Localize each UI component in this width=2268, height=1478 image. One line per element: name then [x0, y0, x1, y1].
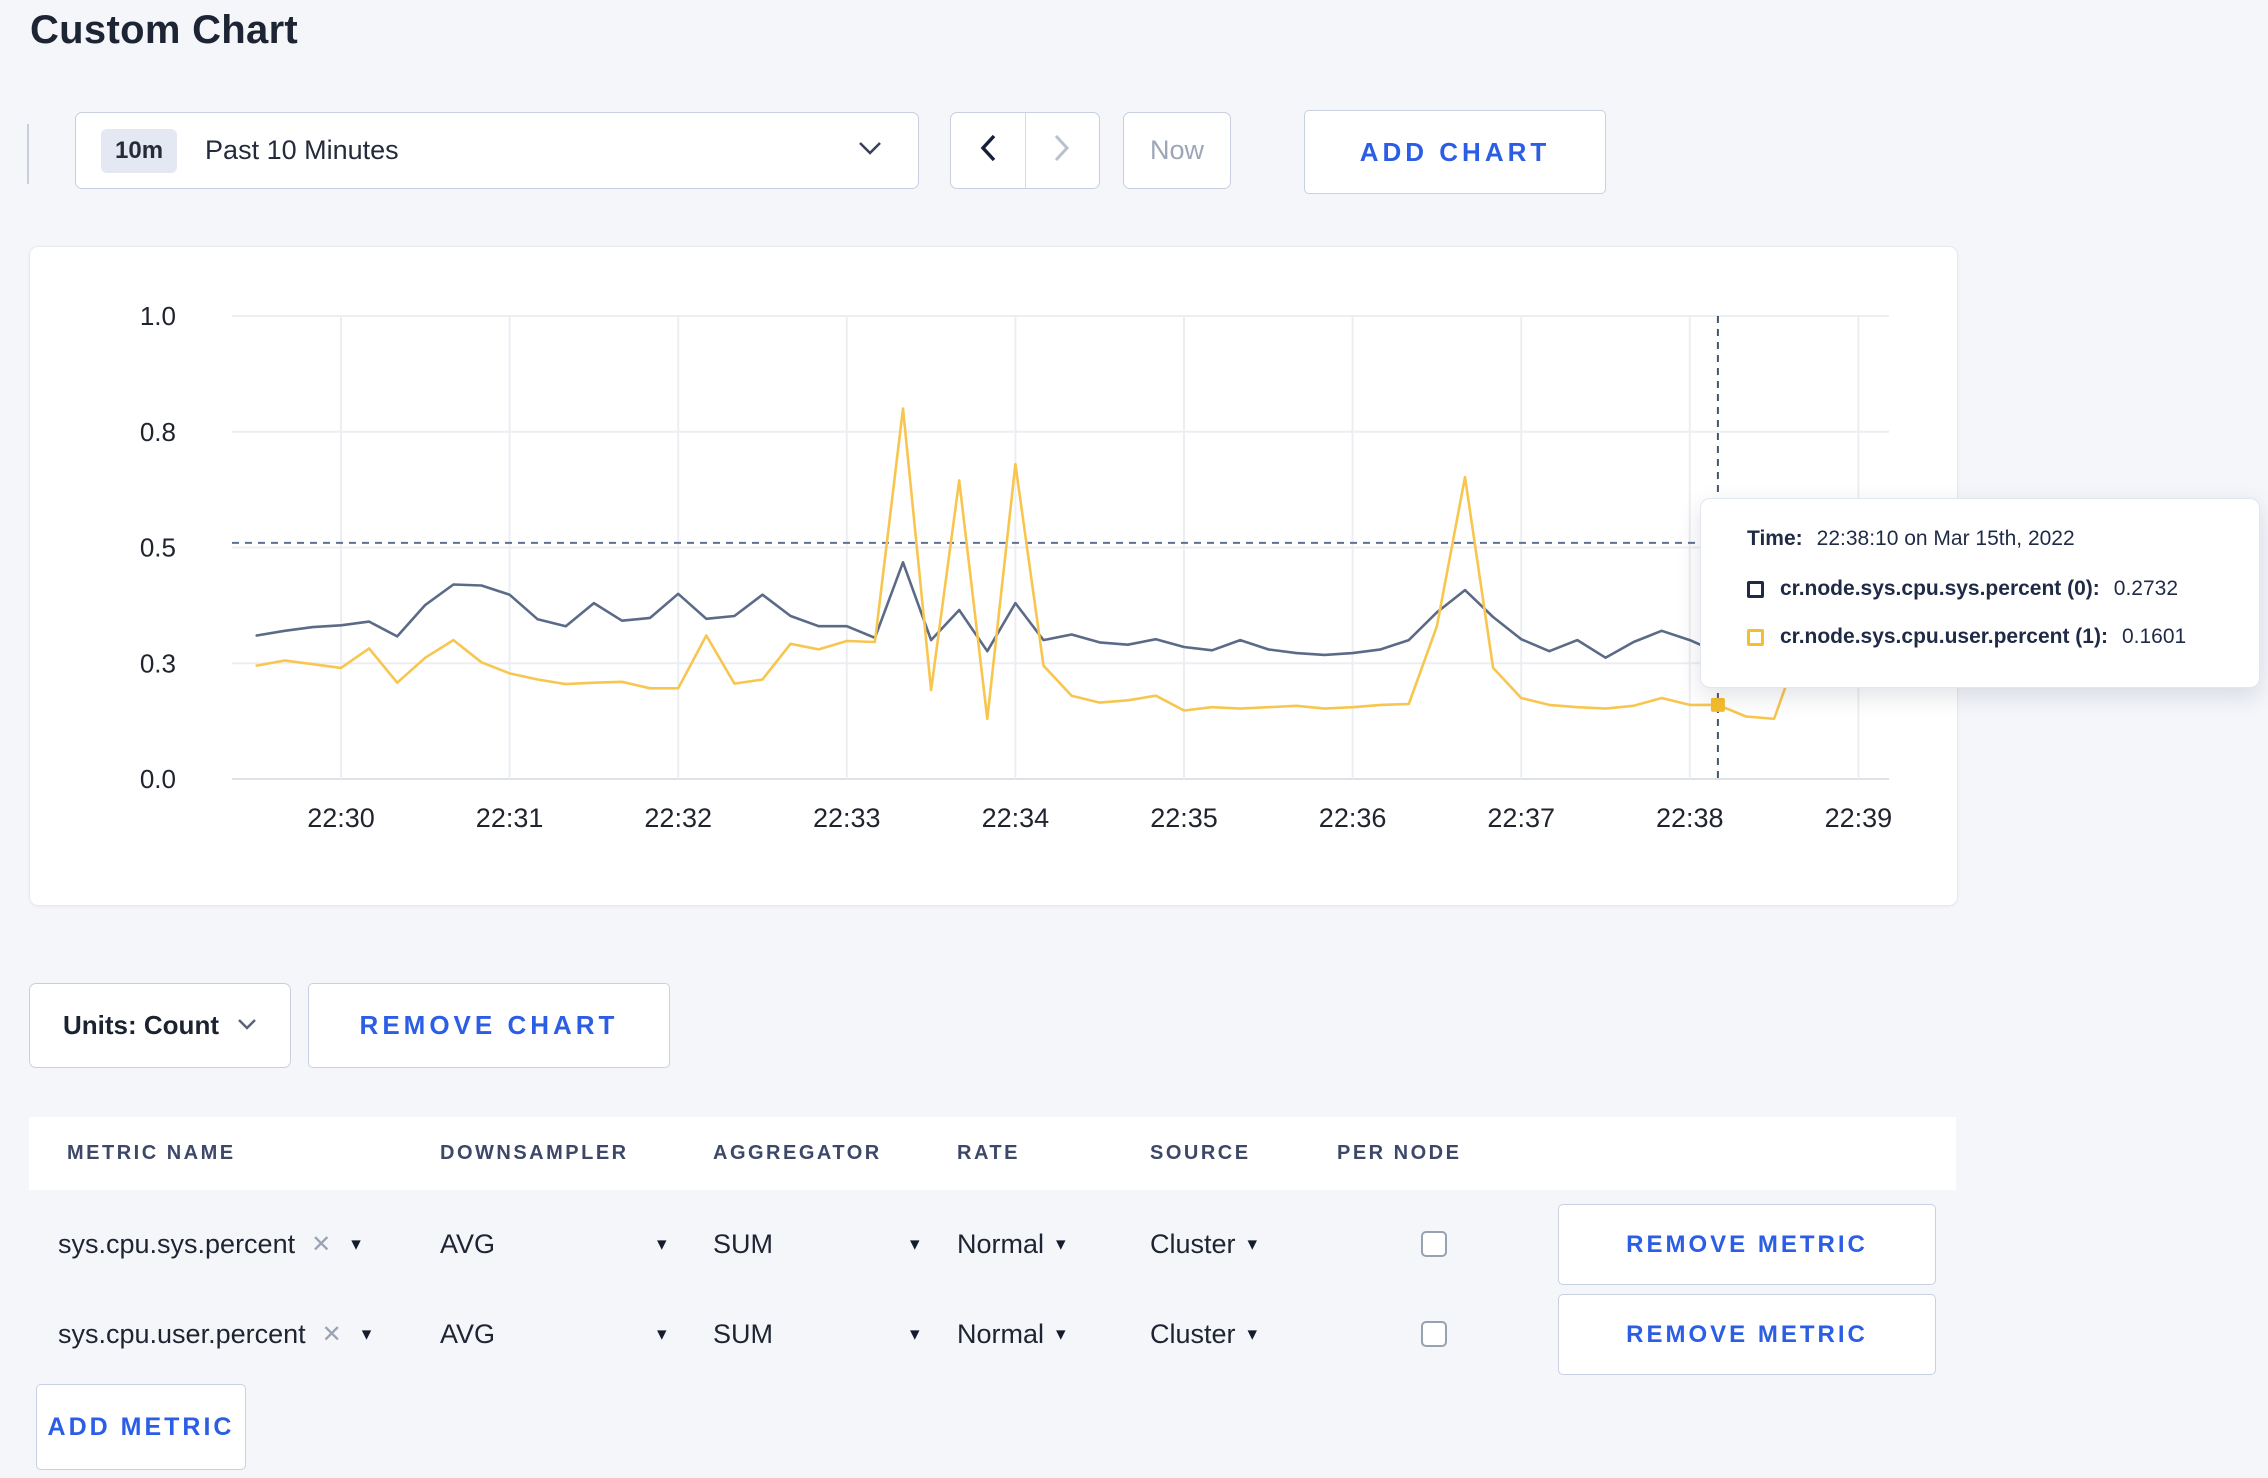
per-node-cell [1421, 1289, 1447, 1379]
metric-name-value: sys.cpu.user.percent [58, 1318, 306, 1349]
tooltip-series-label: cr.node.sys.cpu.sys.percent (0): [1780, 577, 2100, 600]
svg-text:22:39: 22:39 [1825, 803, 1893, 833]
chart-tooltip: Time: 22:38:10 on Mar 15th, 2022 cr.node… [1700, 498, 2260, 688]
remove-metric-button[interactable]: REMOVE METRIC [1558, 1204, 1936, 1285]
tooltip-series-row: cr.node.sys.cpu.sys.percent (0): 0.2732 [1747, 577, 2178, 601]
svg-text:22:32: 22:32 [644, 803, 712, 833]
aggregator-value: SUM [713, 1228, 773, 1259]
svg-text:1.0: 1.0 [140, 301, 176, 331]
next-range-button[interactable] [1024, 113, 1100, 188]
sys-series-swatch-icon [1747, 580, 1764, 598]
chart-card: 0.0 0.3 0.5 0.8 1.0 22:30 22:31 22:32 22:33 22:34… [29, 246, 1958, 906]
toolbar-left-divider [27, 124, 29, 184]
caret-down-icon: ▾ [1247, 1233, 1258, 1255]
remove-chart-button[interactable]: REMOVE CHART [308, 983, 670, 1068]
col-header-aggregator: AGGREGATOR [713, 1142, 882, 1164]
caret-down-icon[interactable]: ▾ [351, 1233, 361, 1256]
caret-down-icon: ▾ [1247, 1323, 1258, 1345]
col-header-per-node: PER NODE [1337, 1142, 1462, 1164]
metric-name-value: sys.cpu.sys.percent [58, 1228, 296, 1259]
add-metric-button[interactable]: ADD METRIC [36, 1384, 246, 1470]
svg-text:22:38: 22:38 [1656, 803, 1724, 833]
units-label: Units: Count [63, 1010, 219, 1040]
tooltip-series-row: cr.node.sys.cpu.user.percent (1): 0.1601 [1747, 625, 2186, 649]
metrics-table-header: METRIC NAME DOWNSAMPLER AGGREGATOR RATE … [29, 1117, 1956, 1190]
col-header-downsampler: DOWNSAMPLER [440, 1142, 629, 1164]
caret-down-icon: ▾ [910, 1323, 920, 1345]
previous-range-button[interactable] [951, 113, 1025, 188]
svg-text:22:37: 22:37 [1487, 803, 1555, 833]
time-window-label: Past 10 Minutes [205, 135, 399, 165]
tooltip-time-value: 22:38:10 on Mar 15th, 2022 [1816, 527, 2075, 550]
col-header-rate: RATE [957, 1142, 1020, 1164]
svg-text:22:31: 22:31 [476, 803, 544, 833]
timeseries-chart[interactable]: 0.0 0.3 0.5 0.8 1.0 22:30 22:31 22:32 22:33 22:34… [30, 247, 1957, 905]
col-header-source: SOURCE [1150, 1142, 1251, 1164]
rate-value: Normal [957, 1318, 1045, 1349]
caret-down-icon: ▾ [657, 1233, 667, 1255]
chevron-right-icon [1054, 134, 1070, 167]
metric-name-select[interactable]: sys.cpu.user.percent ✕ ▾ [58, 1289, 371, 1379]
per-node-cell [1421, 1199, 1447, 1289]
downsampler-value: AVG [440, 1228, 496, 1259]
source-select[interactable]: Cluster ▾ [1150, 1199, 1257, 1289]
caret-down-icon[interactable]: ▾ [362, 1323, 372, 1346]
remove-metric-button[interactable]: REMOVE METRIC [1558, 1294, 1936, 1375]
svg-text:0.0: 0.0 [140, 764, 176, 794]
chevron-left-icon [980, 134, 996, 167]
source-select[interactable]: Cluster ▾ [1150, 1289, 1257, 1379]
caret-down-icon: ▾ [657, 1323, 667, 1345]
svg-text:22:36: 22:36 [1319, 803, 1387, 833]
aggregator-value: SUM [713, 1318, 773, 1349]
downsampler-value: AVG [440, 1318, 496, 1349]
svg-text:22:35: 22:35 [1150, 803, 1218, 833]
source-value: Cluster [1150, 1318, 1236, 1349]
tooltip-series-value: 0.1601 [2121, 625, 2187, 648]
rate-select[interactable]: Normal ▾ [957, 1199, 1066, 1289]
source-value: Cluster [1150, 1228, 1236, 1259]
chevron-down-icon [237, 1017, 257, 1035]
now-button[interactable]: Now [1123, 112, 1231, 189]
tooltip-time-row: Time: 22:38:10 on Mar 15th, 2022 [1747, 527, 2075, 551]
svg-text:0.3: 0.3 [140, 648, 176, 678]
per-node-checkbox[interactable] [1421, 1231, 1447, 1257]
time-range-pager [950, 112, 1100, 189]
time-window-badge: 10m [101, 128, 178, 173]
svg-text:0.8: 0.8 [140, 417, 176, 447]
caret-down-icon: ▾ [1056, 1233, 1066, 1255]
clear-metric-icon[interactable]: ✕ [322, 1320, 342, 1349]
aggregator-select[interactable]: SUM ▾ [713, 1199, 920, 1289]
downsampler-select[interactable]: AVG ▾ [440, 1199, 667, 1289]
caret-down-icon: ▾ [1056, 1323, 1066, 1345]
add-chart-button[interactable]: ADD CHART [1304, 110, 1606, 194]
tooltip-series-label: cr.node.sys.cpu.user.percent (1): [1780, 625, 2108, 648]
metric-row: sys.cpu.user.percent ✕ ▾ AVG ▾ SUM ▾ Nor… [29, 1289, 1956, 1379]
time-window-dropdown[interactable]: 10m Past 10 Minutes [75, 112, 919, 189]
chevron-down-icon [858, 141, 882, 160]
units-dropdown[interactable]: Units: Count [29, 983, 291, 1068]
metric-name-select[interactable]: sys.cpu.sys.percent ✕ ▾ [58, 1199, 361, 1289]
user-series-swatch-icon [1747, 628, 1764, 646]
downsampler-select[interactable]: AVG ▾ [440, 1289, 667, 1379]
col-header-metric-name: METRIC NAME [67, 1142, 236, 1164]
page-title: Custom Chart [30, 8, 299, 52]
svg-text:22:30: 22:30 [307, 803, 375, 833]
rate-value: Normal [957, 1228, 1045, 1259]
rate-select[interactable]: Normal ▾ [957, 1289, 1066, 1379]
tooltip-time-label: Time: [1747, 527, 1803, 550]
svg-text:22:33: 22:33 [813, 803, 881, 833]
per-node-checkbox[interactable] [1421, 1321, 1447, 1347]
svg-text:22:34: 22:34 [982, 803, 1050, 833]
aggregator-select[interactable]: SUM ▾ [713, 1289, 920, 1379]
clear-metric-icon[interactable]: ✕ [311, 1230, 331, 1259]
tooltip-series-value: 0.2732 [2113, 577, 2179, 600]
metric-row: sys.cpu.sys.percent ✕ ▾ AVG ▾ SUM ▾ Norm… [29, 1199, 1956, 1289]
caret-down-icon: ▾ [910, 1233, 920, 1255]
svg-text:0.5: 0.5 [140, 533, 176, 563]
